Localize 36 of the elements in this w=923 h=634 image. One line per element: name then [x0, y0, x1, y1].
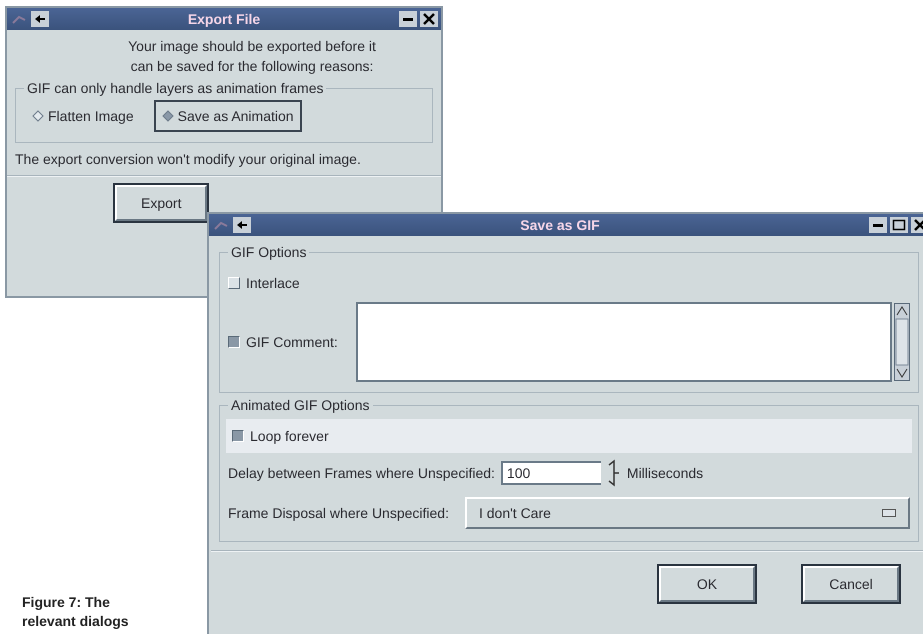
comment-field[interactable] — [356, 302, 892, 382]
ok-button[interactable]: OK — [659, 566, 755, 602]
scrollbar[interactable] — [894, 303, 910, 381]
radio-indicator[interactable] — [162, 110, 174, 122]
group-label: Animated GIF Options — [230, 397, 371, 413]
unit-label: Milliseconds — [626, 465, 704, 481]
close-icon[interactable] — [420, 11, 438, 27]
message-text: can be saved for the following reasons: — [130, 57, 374, 76]
delay-field[interactable]: 100 — [500, 461, 601, 485]
export-button[interactable]: Export — [115, 185, 208, 221]
checkbox[interactable] — [232, 430, 244, 442]
checkbox-label: Interlace — [246, 275, 300, 291]
message-text: Your image should be exported before it — [127, 37, 377, 56]
minimize-icon[interactable] — [869, 217, 887, 233]
radio-button[interactable]: Flatten Image — [24, 100, 142, 132]
group-label: GIF can only handle layers as animation frames — [26, 80, 324, 96]
note-text: The export conversion won't modify your original image. — [15, 151, 362, 167]
spinner-arrows-icon[interactable] — [606, 459, 621, 487]
dropdown-indicator-icon — [882, 509, 896, 517]
field-label: Frame Disposal where Unspecified: — [228, 505, 449, 521]
window-title: Save as GIF — [519, 217, 601, 233]
checkbox-label: GIF Comment: — [246, 334, 339, 350]
maximize-icon[interactable] — [890, 217, 908, 233]
checkbox[interactable] — [228, 336, 240, 348]
disposal-dropdown[interactable]: I don't Care — [464, 497, 910, 529]
radio-indicator[interactable] — [32, 110, 44, 122]
radio-button[interactable]: Save as Animation — [154, 100, 302, 132]
list-row[interactable]: Loop forever — [226, 419, 912, 453]
figure-caption: Figure 7: The — [22, 593, 111, 612]
figure-caption: relevant dialogs — [22, 612, 129, 631]
field-label: Delay between Frames where Unspecified: — [228, 465, 495, 481]
window-title: Export File — [186, 11, 262, 27]
checkbox-label: Loop forever — [250, 428, 329, 444]
minimize-icon[interactable] — [399, 11, 417, 27]
cancel-button[interactable]: Cancel — [803, 566, 899, 602]
group-label: GIF Options — [230, 244, 308, 260]
